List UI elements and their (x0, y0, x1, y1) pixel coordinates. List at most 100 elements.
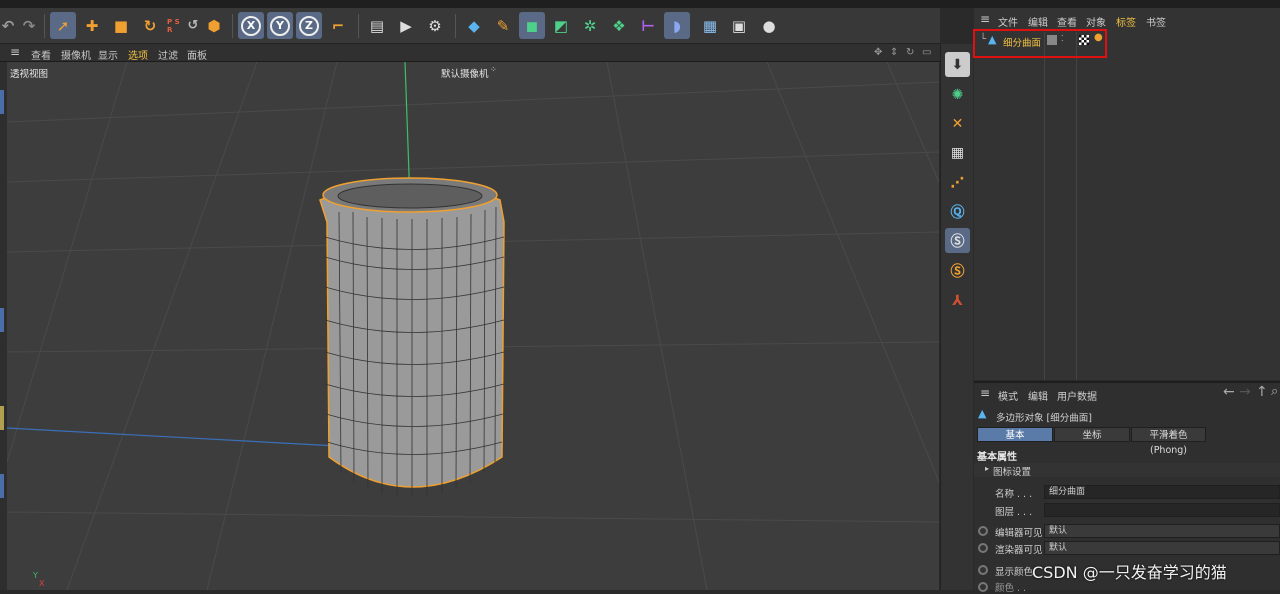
tab-coordinates[interactable]: 坐标 (1054, 427, 1130, 442)
tree-branch-icon: └ (980, 34, 987, 45)
object-row-subdivision[interactable]: └ ▲ 细分曲面 ⁚ ● (980, 32, 1104, 49)
object-menu-object[interactable]: 对象 (1086, 14, 1106, 29)
drop-to-floor-icon[interactable]: ⬇ (945, 52, 970, 77)
editor-visible-radio[interactable] (978, 526, 988, 536)
up-arrow-icon[interactable]: ↑ (1256, 384, 1268, 400)
hair-icon[interactable]: ⋰ (945, 170, 970, 195)
render-view-icon[interactable]: ▤ (364, 12, 390, 39)
move-tool-icon[interactable]: ✚ (79, 12, 105, 39)
camera-icon[interactable]: ▣ (726, 12, 752, 39)
attr-menu-hamburger-icon[interactable]: ≡ (980, 386, 990, 400)
object-mode-icon[interactable]: ⬢ (201, 12, 227, 39)
lock-y-button[interactable]: Y (267, 12, 293, 39)
attr-menu-mode[interactable]: 模式 (998, 388, 1018, 403)
polygon-object-icon: ▲ (978, 407, 987, 420)
light-icon[interactable]: ● (756, 12, 782, 39)
viewport-scene (7, 62, 939, 590)
watermark: CSDN @一只发奋学习的猫 (1032, 563, 1227, 582)
texture-tag-icon[interactable] (1079, 35, 1089, 45)
object-menu-edit[interactable]: 编辑 (1028, 14, 1048, 29)
editor-visible-label: 编辑器可见 (995, 528, 1043, 539)
y-axis-label: Y (270, 15, 290, 36)
name-label: 名称 . . . (995, 489, 1033, 500)
object-manager (974, 8, 1280, 380)
viewport-pan-icon[interactable]: ✥ (874, 47, 882, 58)
render-visible-label: 渲染器可见 (995, 545, 1043, 556)
display-color-radio[interactable] (978, 565, 988, 575)
top-menu-strip (0, 0, 1280, 8)
tab-phong[interactable]: 平滑着色(Phong) (1131, 427, 1206, 456)
search-icon[interactable]: ⌕ (1271, 384, 1278, 399)
viewport-menu-options[interactable]: 选项 (128, 47, 148, 62)
select-tool-icon[interactable]: ➚ (50, 12, 76, 39)
array-icon[interactable]: ◩ (548, 12, 574, 39)
redo-icon[interactable]: ↷ (16, 12, 42, 39)
phong-tag-icon[interactable]: ● (1094, 32, 1103, 43)
viewport-maximize-icon[interactable]: ▭ (922, 47, 931, 58)
polygon-pen-icon[interactable]: ✺ (945, 82, 970, 107)
lock-z-button[interactable]: Z (296, 12, 322, 39)
align-icon[interactable]: ✕ (945, 111, 970, 136)
field-icon[interactable]: ◗ (664, 12, 690, 39)
rotate-tool-icon[interactable]: ↻ (137, 12, 163, 39)
render-visible-dropdown[interactable]: 默认 (1044, 541, 1280, 555)
render-settings-icon[interactable]: ⚙ (422, 12, 448, 39)
object-menu-hamburger-icon[interactable]: ≡ (980, 12, 990, 26)
render-picture-viewer-icon[interactable]: ▶ (393, 12, 419, 39)
editor-visible-dropdown[interactable]: 默认 (1044, 524, 1280, 538)
attr-menu-userdata[interactable]: 用户数据 (1057, 388, 1097, 403)
icon-settings-group[interactable]: ▸ 图标设置 (974, 463, 1280, 478)
attr-menu-edit[interactable]: 编辑 (1028, 388, 1048, 403)
section-basic-properties: 基本属性 (977, 452, 1017, 463)
subdivision-surface-icon[interactable]: ◼ (519, 12, 545, 39)
color-radio[interactable] (978, 582, 988, 592)
grid-icon[interactable]: ▦ (945, 140, 970, 165)
deformer-icon[interactable]: ⊢ (635, 12, 661, 39)
camera-label[interactable]: 默认摄像机 (441, 66, 489, 80)
layer-field[interactable] (1044, 503, 1280, 517)
viewport-menu-panel[interactable]: 面板 (187, 47, 207, 62)
viewport-rotate-icon[interactable]: ↻ (906, 47, 914, 58)
script-plugin-icon[interactable]: Ⓢ (945, 258, 970, 283)
tab-basic[interactable]: 基本 (977, 427, 1053, 442)
viewport-menu-view[interactable]: 查看 (31, 47, 51, 62)
perspective-viewport[interactable]: 透视视图 默认摄像机 ⁘ Y X (7, 62, 939, 590)
expand-arrow-icon[interactable]: ▸ (985, 464, 989, 473)
object-menu-view[interactable]: 查看 (1057, 14, 1077, 29)
back-arrow-icon[interactable]: ← (1223, 384, 1235, 400)
viewport-label: 透视视图 (10, 69, 49, 80)
display-color-label: 显示颜色 (995, 567, 1034, 578)
forward-arrow-icon[interactable]: → (1239, 384, 1251, 400)
lock-x-button[interactable]: X (238, 12, 264, 39)
qr-plugin-icon[interactable]: Ⓠ (945, 199, 970, 224)
can-model[interactable] (319, 177, 505, 497)
psr-icon[interactable]: P S R (167, 12, 181, 39)
render-visible-radio[interactable] (978, 543, 988, 553)
camera-link-icon[interactable]: ⁘ (490, 65, 497, 74)
visibility-dots-icon[interactable]: ⁚ (1061, 34, 1064, 43)
cube-icon[interactable]: ◆ (461, 12, 487, 39)
viewport-menu-camera[interactable]: 摄像机 (61, 47, 91, 62)
mograph-icon[interactable]: ✲ (577, 12, 603, 39)
viewport-menu-filter[interactable]: 过滤 (158, 47, 178, 62)
layer-icon[interactable] (1047, 35, 1057, 45)
viewport-menu-display[interactable]: 显示 (98, 47, 118, 62)
undo-icon[interactable]: ↶ (0, 12, 16, 39)
coordinate-system-icon[interactable]: ⌐ (325, 12, 351, 39)
object-name[interactable]: 细分曲面 (1003, 35, 1041, 49)
viewport-zoom-icon[interactable]: ⇕ (890, 47, 898, 58)
object-menu-file[interactable]: 文件 (998, 14, 1018, 29)
name-field[interactable]: 细分曲面 (1044, 485, 1280, 499)
pen-icon[interactable]: ✎ (490, 12, 516, 39)
object-menu-tags[interactable]: 标签 (1116, 14, 1136, 29)
left-rail (0, 62, 7, 590)
object-menu-bookmarks[interactable]: 书签 (1146, 14, 1166, 29)
x-axis-line (7, 427, 338, 447)
hamburger-icon[interactable]: ≡ (10, 45, 20, 59)
scale-tool-icon[interactable]: ■ (108, 12, 134, 39)
layer-label: 图层 . . . (995, 507, 1033, 518)
snap-plugin-icon[interactable]: Ⓢ (945, 228, 970, 253)
cloner-icon[interactable]: ❖ (606, 12, 632, 39)
floor-icon[interactable]: ▦ (695, 12, 725, 39)
axis-plugin-icon[interactable]: ⅄ (945, 288, 970, 313)
